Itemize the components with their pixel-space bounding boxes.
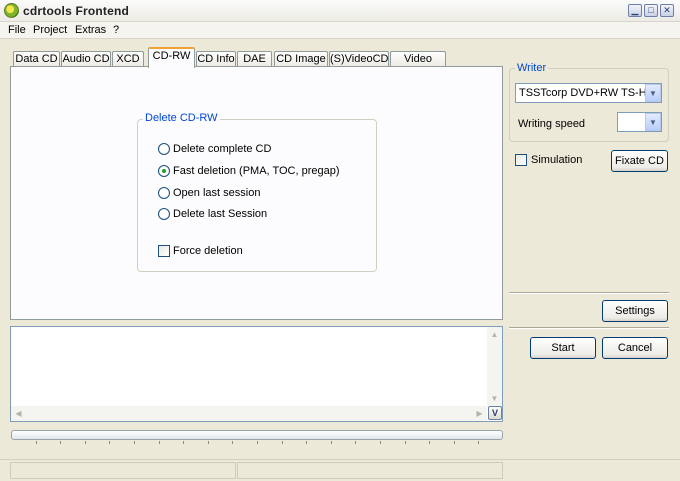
- radio-open-last-session[interactable]: [158, 187, 170, 199]
- progress-ticks: [11, 441, 503, 445]
- radio-fast-deletion-label[interactable]: Fast deletion (PMA, TOC, pregap): [173, 165, 340, 177]
- menu-file[interactable]: File: [8, 24, 26, 36]
- menu-help[interactable]: ?: [113, 24, 119, 36]
- status-pane-right: [237, 462, 503, 479]
- chevron-down-icon[interactable]: ▼: [645, 84, 661, 102]
- fixate-cd-button[interactable]: Fixate CD: [611, 150, 668, 172]
- writer-legend: Writer: [515, 62, 549, 74]
- title-bar[interactable]: cdrtools Frontend ▁ □ ✕: [0, 0, 680, 22]
- writer-device-select[interactable]: TSSTcorp DVD+RW TS-H6 ▼: [515, 83, 662, 103]
- progress-tick: [257, 441, 258, 444]
- scroll-left-icon[interactable]: ◀: [11, 406, 26, 421]
- scroll-down-icon[interactable]: ▼: [487, 391, 502, 406]
- radio-delete-last-session-label[interactable]: Delete last Session: [173, 208, 267, 220]
- tab-cd-rw[interactable]: CD-RW: [148, 47, 195, 68]
- status-pane-left: [10, 462, 236, 479]
- progress-tick: [478, 441, 479, 444]
- simulation-label[interactable]: Simulation: [531, 154, 582, 166]
- simulation-checkbox[interactable]: [515, 154, 527, 166]
- progress-tick: [429, 441, 430, 444]
- progress-tick: [405, 441, 406, 444]
- tab-audio-cd[interactable]: Audio CD: [61, 51, 111, 67]
- progress-tick: [282, 441, 283, 444]
- progress-tick: [36, 441, 37, 444]
- menu-project[interactable]: Project: [33, 24, 67, 36]
- tab-cd-image[interactable]: CD Image: [274, 51, 328, 67]
- tab-dae[interactable]: DAE: [237, 51, 272, 67]
- tab-data-cd[interactable]: Data CD: [13, 51, 60, 67]
- separator: [509, 327, 669, 329]
- radio-open-last-session-label[interactable]: Open last session: [173, 187, 260, 199]
- progress-tick: [355, 441, 356, 444]
- progress-tick: [306, 441, 307, 444]
- settings-button[interactable]: Settings: [602, 300, 668, 322]
- progress-tick: [232, 441, 233, 444]
- app-logo-icon: [4, 3, 19, 18]
- tab-video-dvd[interactable]: Video DVD: [390, 51, 446, 79]
- progress-tick: [331, 441, 332, 444]
- maximize-button[interactable]: □: [644, 4, 658, 17]
- writer-device-value: TSSTcorp DVD+RW TS-H6: [519, 87, 653, 99]
- close-button[interactable]: ✕: [660, 4, 674, 17]
- cancel-button[interactable]: Cancel: [602, 337, 668, 359]
- radio-delete-complete[interactable]: [158, 143, 170, 155]
- menu-bar: File Project Extras ?: [0, 22, 680, 39]
- progress-tick: [183, 441, 184, 444]
- progress-tick: [60, 441, 61, 444]
- radio-delete-last-session[interactable]: [158, 208, 170, 220]
- menu-extras[interactable]: Extras: [75, 24, 106, 36]
- start-button[interactable]: Start: [530, 337, 596, 359]
- radio-delete-complete-label[interactable]: Delete complete CD: [173, 143, 271, 155]
- tab-cd-info[interactable]: CD Info: [196, 51, 236, 67]
- progress-tick: [454, 441, 455, 444]
- separator: [509, 292, 669, 294]
- log-vertical-scrollbar[interactable]: ▲ ▼: [487, 327, 502, 407]
- progress-tick: [109, 441, 110, 444]
- status-bar: [0, 459, 680, 481]
- writing-speed-label: Writing speed: [518, 118, 586, 130]
- force-deletion-label[interactable]: Force deletion: [173, 245, 243, 257]
- radio-fast-deletion[interactable]: [158, 165, 170, 177]
- progress-tick: [159, 441, 160, 444]
- tab-xcd[interactable]: XCD: [112, 51, 144, 67]
- tab-svideocd[interactable]: (S)VideoCD: [329, 51, 389, 67]
- chevron-down-icon[interactable]: ▼: [645, 113, 661, 131]
- window-title: cdrtools Frontend: [23, 4, 130, 18]
- app-window: cdrtools Frontend ▁ □ ✕ File Project Ext…: [0, 0, 680, 481]
- progress-tick: [134, 441, 135, 444]
- progress-tick: [208, 441, 209, 444]
- writing-speed-select[interactable]: ▼: [617, 112, 662, 132]
- log-horizontal-scrollbar[interactable]: ◀ ▶: [11, 406, 487, 421]
- scroll-right-icon[interactable]: ▶: [472, 406, 487, 421]
- force-deletion-checkbox[interactable]: [158, 245, 170, 257]
- scroll-up-icon[interactable]: ▲: [487, 327, 502, 342]
- progress-tick: [85, 441, 86, 444]
- progress-tick: [380, 441, 381, 444]
- minimize-button[interactable]: ▁: [628, 4, 642, 17]
- log-corner-button[interactable]: V: [488, 406, 502, 420]
- delete-cdrw-legend: Delete CD-RW: [143, 112, 220, 124]
- progress-bar: [11, 430, 503, 440]
